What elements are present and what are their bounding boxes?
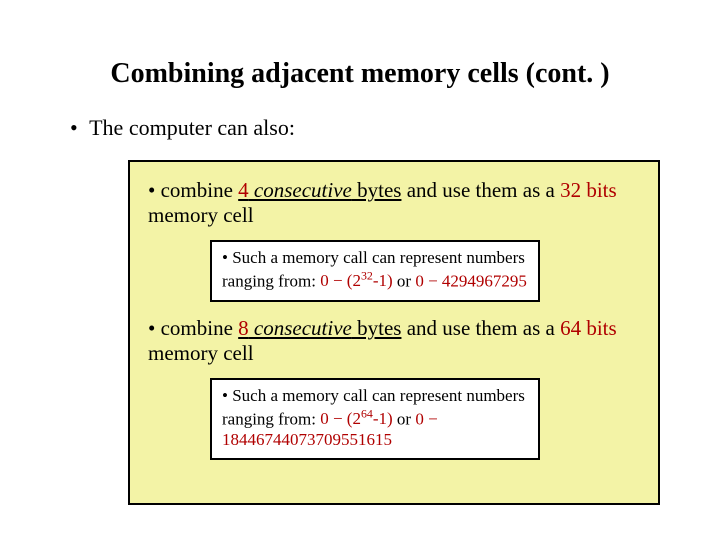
text: bytes bbox=[352, 178, 402, 202]
count-value: 4 bbox=[238, 178, 249, 202]
slide: Combining adjacent memory cells (cont. )… bbox=[0, 0, 720, 540]
range-text: -1) bbox=[373, 271, 393, 290]
sub-box: • Such a memory call can represent numbe… bbox=[210, 378, 540, 460]
exponent: 64 bbox=[361, 407, 373, 421]
text: combine bbox=[161, 178, 239, 202]
text: memory cell bbox=[148, 203, 254, 227]
list-item: • combine 8 consecutive bytes and use th… bbox=[148, 316, 640, 366]
bullet-icon: • bbox=[148, 316, 155, 340]
range-text: -1) bbox=[373, 409, 393, 428]
bullet-icon: • bbox=[222, 248, 228, 267]
text: memory cell bbox=[148, 341, 254, 365]
text: consecutive bbox=[249, 178, 352, 202]
bits-value: 32 bits bbox=[560, 178, 617, 202]
text: or bbox=[393, 409, 416, 428]
bullet-icon: • bbox=[148, 178, 155, 202]
text: combine bbox=[161, 316, 239, 340]
sub-box: • Such a memory call can represent numbe… bbox=[210, 240, 540, 301]
lead-text: The computer can also: bbox=[89, 115, 295, 140]
text: and use them as a bbox=[401, 178, 560, 202]
count-value: 8 bbox=[238, 316, 249, 340]
exponent: 32 bbox=[361, 269, 373, 283]
lead-line: • The computer can also: bbox=[70, 115, 295, 141]
bits-value: 64 bits bbox=[560, 316, 617, 340]
bullet-icon: • bbox=[70, 115, 84, 141]
text: bytes bbox=[352, 316, 402, 340]
text: and use them as a bbox=[401, 316, 560, 340]
list-item: • combine 4 consecutive bytes and use th… bbox=[148, 178, 640, 228]
range-text: 0 − 4294967295 bbox=[415, 271, 527, 290]
text: or bbox=[393, 271, 416, 290]
range-text: 0 − (2 bbox=[320, 271, 361, 290]
slide-title: Combining adjacent memory cells (cont. ) bbox=[0, 58, 720, 90]
content-box: • combine 4 consecutive bytes and use th… bbox=[128, 160, 660, 505]
range-text: 0 − (2 bbox=[320, 409, 361, 428]
bullet-icon: • bbox=[222, 386, 228, 405]
text: consecutive bbox=[249, 316, 352, 340]
